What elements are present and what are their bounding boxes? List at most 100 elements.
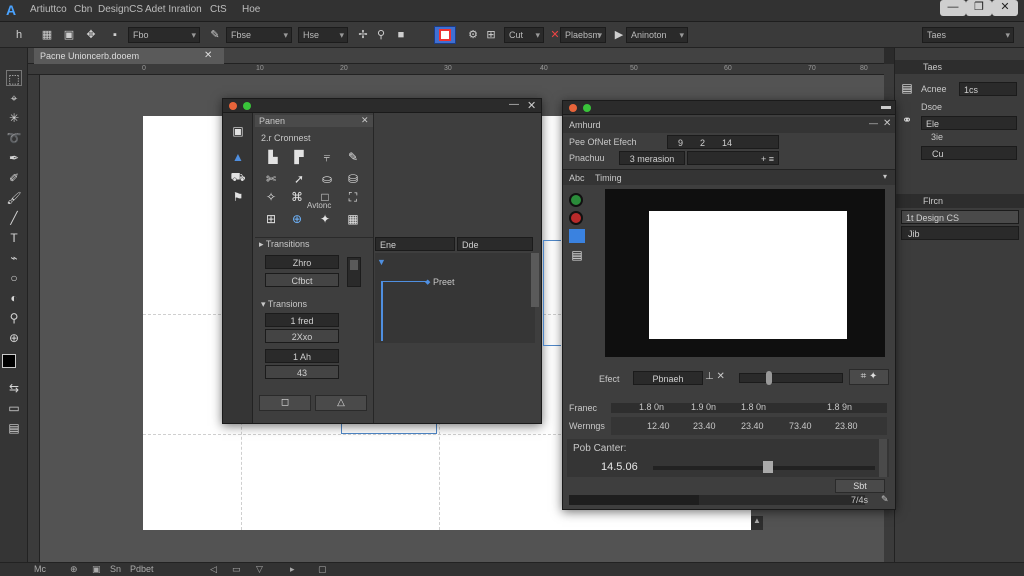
effect-slider[interactable] [739,371,843,385]
close-tab-icon[interactable]: ✕ [204,48,218,64]
stop-button[interactable]: ◻ [259,395,311,411]
dock-row-field[interactable]: Ele [921,116,1017,130]
grid-icon[interactable]: ⊞ [263,211,279,227]
gear-icon[interactable]: ⚙ [466,28,480,42]
collapse-icon[interactable]: — [869,118,878,128]
transitions-header[interactable]: ▸ Transitions [259,239,310,250]
dock-row-field[interactable]: 1cs [959,82,1017,96]
preview-viewport[interactable] [605,189,885,357]
warnings-track[interactable]: 12.40 23.40 23.40 73.40 23.80 [611,417,887,435]
timeline-track[interactable]: ▼ ◆ Preet [375,253,535,343]
compass-icon[interactable]: ✦ [317,211,333,227]
link-icon[interactable]: ⚭ [899,112,915,128]
close-window-button[interactable]: ✕ [992,0,1018,16]
brush-tool-icon[interactable]: 🖌 [6,190,22,206]
count-field[interactable]: 43 [265,365,339,379]
close-panel-icon[interactable]: ✕ [527,99,536,112]
swap-colors-icon[interactable]: ⇆ [6,380,22,396]
effect-options-button[interactable]: ⌗ ✦ [849,369,889,385]
scroll-arrow-icon[interactable]: ▲ [751,516,763,530]
film-icon[interactable]: ▤ [569,247,585,263]
menu-item-help[interactable]: Hoe [242,4,260,15]
position-row-field[interactable]: 3 merasion [619,151,685,165]
status-icon[interactable]: ▣ [92,564,101,575]
table-icon[interactable]: ▦ [345,211,361,227]
status-icon[interactable]: ▽ [256,564,263,575]
section-scrollbar[interactable] [879,439,887,477]
time-field[interactable]: 1 Ah [265,349,339,363]
close-panel-icon[interactable]: ✕ [883,118,891,129]
effect-field[interactable]: Pbnaeh [633,371,703,385]
opacity-dropdown[interactable]: Hse [298,27,348,43]
timeline-column-dropdown[interactable]: Ene [375,237,455,251]
minimize-panel-icon[interactable]: — [509,99,519,110]
menu-item-file[interactable]: Artiuttco [30,4,67,15]
hand-icon[interactable]: h [12,28,26,42]
screen-mode-icon[interactable]: ▤ [6,420,22,436]
set-button[interactable]: Sbt [835,479,885,493]
document-icon[interactable]: ▣ [230,123,246,139]
ellipse-tool-icon[interactable]: ○ [6,270,22,286]
lasso-tool-icon[interactable]: ➰ [6,130,22,146]
slider-thumb[interactable] [766,371,772,385]
transform-icon[interactable]: ▣ [62,28,76,42]
knife-tool-icon[interactable]: ⌁ [6,250,22,266]
status-icon[interactable]: ▢ [318,564,327,575]
timeline-scrollbar[interactable] [531,253,539,307]
scissors-icon[interactable]: ✄ [263,171,279,187]
brush-icon[interactable]: ✎ [345,149,361,165]
panel-titlebar[interactable]: ▬ [563,101,895,115]
menu-item-edit[interactable]: Cbn [74,4,92,15]
play-button[interactable]: △ [315,395,367,411]
folder-icon[interactable]: ⛟ [230,169,246,185]
link-icon[interactable]: ⚲ [374,28,388,42]
shape-frame-icon[interactable]: ▛ [291,149,307,165]
grid-icon[interactable]: ⊞ [484,28,498,42]
status-icon[interactable]: ▭ [232,564,241,575]
close-tab-icon[interactable]: ✕ [361,115,369,126]
minimize-button[interactable]: — [940,0,966,16]
play-icon[interactable]: ▶ [612,28,626,42]
dock-list-item[interactable]: Jib [901,226,1019,240]
transition-field[interactable]: Zhro [265,255,339,269]
timeline-column-dropdown[interactable]: Dde [457,237,533,251]
close-dot-icon[interactable] [229,102,237,110]
layers-group-icon[interactable]: ⛁ [345,171,361,187]
center-slider[interactable] [653,461,875,473]
maximize-button[interactable]: ❐ [966,0,992,16]
fill-color-swatch[interactable] [2,354,16,368]
transitions2-header[interactable]: ▾ Transions [261,299,307,310]
bucket-tool-icon[interactable]: ◐ [6,290,22,306]
color-swatch-button[interactable] [434,26,456,44]
keyframe-icon[interactable]: ◆ [425,278,430,286]
move-icon[interactable]: ✥ [84,28,98,42]
select-icon[interactable]: ▪ [108,28,122,42]
layers-icon[interactable]: ▤ [899,80,915,96]
pen-tool-icon[interactable]: ✒ [6,150,22,166]
zoom-dot-icon[interactable] [243,102,251,110]
pen-icon[interactable]: ✎ [208,28,222,42]
tab-menu-icon[interactable]: ▾ [883,172,887,181]
wand-icon[interactable]: ✧ [263,189,279,205]
slider-thumb[interactable] [763,461,773,473]
menu-item-design[interactable]: DesignCS [98,4,143,15]
nodes-icon[interactable]: ⛶ [345,189,361,205]
direct-select-icon[interactable]: ✢ [356,28,370,42]
shape-icon[interactable]: ▲ [230,149,246,165]
menu-item-animation[interactable]: Adet Inration [145,4,202,15]
position-dropdown[interactable]: Plaebsm [560,27,606,43]
playhead-icon[interactable]: ▼ [377,257,386,267]
dock-list-item-selected[interactable]: 1t Design CS [901,210,1019,224]
direct-selection-tool-icon[interactable]: ⌖ [6,90,22,106]
tab-abc[interactable]: Abc [569,173,585,183]
pencil-tool-icon[interactable]: ✐ [6,170,22,186]
type-tool-icon[interactable]: T [6,230,22,246]
stroke-dropdown[interactable]: Fbo [128,27,200,43]
workspace-dropdown[interactable]: Taes [922,27,1014,43]
frame-tool-icon[interactable]: ▭ [6,400,22,416]
status-icon[interactable]: ▸ [290,564,295,575]
status-icon[interactable]: ⊕ [70,564,78,575]
dock-row-field[interactable]: Cu [921,146,1017,160]
edit-icon[interactable]: ✎ [881,494,889,505]
path-icon[interactable]: ⌘ [289,189,305,205]
